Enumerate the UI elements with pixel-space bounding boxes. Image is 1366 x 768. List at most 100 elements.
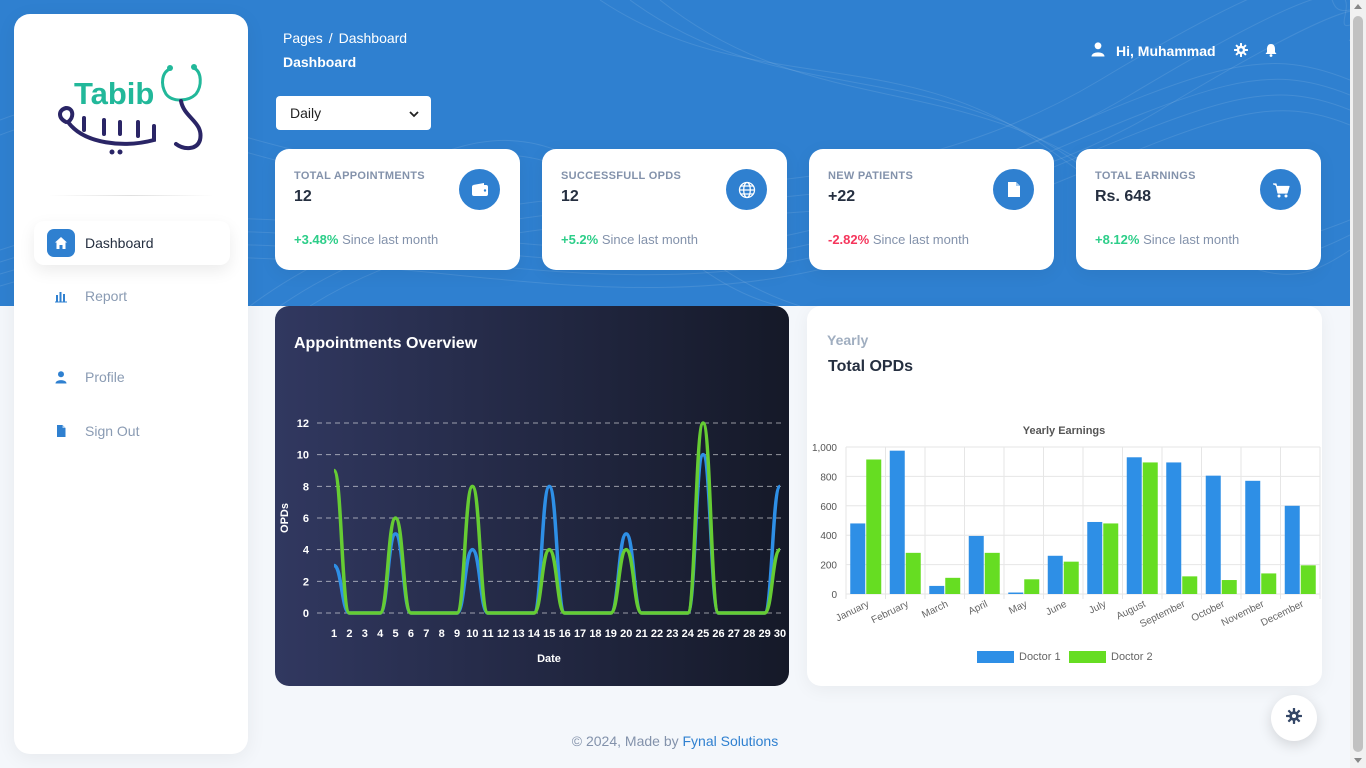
x-tick-label: 29 xyxy=(758,628,770,640)
yearly-earnings-bar-chart: Yearly Earnings 0 200 400 600 800 1,000 January… xyxy=(812,425,1321,663)
stat-value: Rs. 648 xyxy=(1095,188,1152,205)
y-tick-label: 8 xyxy=(303,481,309,493)
x-tick-label: 13 xyxy=(512,628,524,640)
bar-2 xyxy=(866,459,882,594)
scrollbar-thumb[interactable] xyxy=(1353,16,1363,752)
y-tick-label: 0 xyxy=(831,590,837,601)
y-tick-label: 1,000 xyxy=(812,443,837,454)
user-greeting: Hi, Muhammad xyxy=(1116,42,1216,59)
x-tick-label: 8 xyxy=(439,628,445,640)
bar-1 xyxy=(1284,505,1300,594)
chevron-down-icon xyxy=(409,105,419,121)
stat-footer: +8.12% Since last month xyxy=(1095,232,1239,247)
stat-change: +5.2% xyxy=(561,232,599,247)
y-tick-label: 4 xyxy=(303,545,310,557)
stat-label: NEW PATIENTS xyxy=(828,170,914,182)
bar-2 xyxy=(1024,579,1040,594)
user-icon xyxy=(47,363,75,391)
appointments-line-chart: 0246810121 2 3 4 5 6 7 8 9 10 11 12 13 14 15 16 17 18 19 20… xyxy=(279,418,786,665)
sidebar-item-report[interactable]: Report xyxy=(34,274,230,318)
y-tick-label: 10 xyxy=(297,450,309,462)
stat-note: Since last month xyxy=(601,232,698,247)
x-tick-label: 12 xyxy=(497,628,509,640)
stat-card-successful-opds: SUCCESSFULL OPDS 12 +5.2% Since last mon… xyxy=(542,149,787,270)
y-tick-label: 6 xyxy=(303,513,309,525)
x-tick-label: 11 xyxy=(482,628,494,640)
x-tick-label: 25 xyxy=(697,628,709,640)
sidebar: Tabib Dashboard Report Profile Sign Out xyxy=(14,14,248,754)
footer: © 2024, Made by Fynal Solutions xyxy=(0,733,1350,749)
x-tick-label: 3 xyxy=(362,628,368,640)
bar-1 xyxy=(1008,592,1024,594)
sidebar-item-label: Profile xyxy=(85,369,125,385)
stat-footer: +5.2% Since last month xyxy=(561,232,698,247)
breadcrumb-separator: / xyxy=(328,30,333,46)
y-tick-label: 800 xyxy=(820,472,837,483)
stat-change: -2.82% xyxy=(828,232,870,247)
x-tick-label: 27 xyxy=(728,628,740,640)
logo-text: Tabib xyxy=(74,76,154,111)
stat-label: TOTAL EARNINGS xyxy=(1095,170,1196,182)
x-tick-label: 22 xyxy=(651,628,663,640)
y-tick-label: 400 xyxy=(820,531,837,542)
legend-label: Doctor 2 xyxy=(1111,651,1153,663)
y-tick-label: 600 xyxy=(820,502,837,513)
x-tick-label: 9 xyxy=(454,628,460,640)
gear-icon[interactable] xyxy=(1234,43,1248,62)
stat-card-total-appointments: TOTAL APPOINTMENTS 12 +3.48% Since last … xyxy=(275,149,520,270)
bar-1 xyxy=(1126,457,1142,594)
bell-icon[interactable] xyxy=(1265,43,1277,62)
tabib-logo[interactable]: Tabib xyxy=(54,56,214,156)
x-tick-label: March xyxy=(920,599,950,621)
y-tick-label: 0 xyxy=(303,608,309,620)
chart-title: Yearly Earnings xyxy=(1023,425,1106,437)
sidebar-item-label: Dashboard xyxy=(85,235,154,251)
file-icon xyxy=(993,169,1034,210)
x-tick-label: 10 xyxy=(466,628,478,640)
bar-2 xyxy=(905,552,921,594)
x-tick-label: June xyxy=(1044,599,1069,619)
bar-1 xyxy=(850,523,866,594)
stat-change: +3.48% xyxy=(294,232,339,247)
x-tick-label: 20 xyxy=(620,628,632,640)
bar-1 xyxy=(968,535,984,594)
sidebar-item-label: Report xyxy=(85,288,128,304)
user-menu[interactable]: Hi, Muhammad xyxy=(1090,41,1216,60)
stat-footer: +3.48% Since last month xyxy=(294,232,438,247)
x-tick-label: 24 xyxy=(682,628,695,640)
sidebar-item-label: Sign Out xyxy=(85,423,140,439)
x-tick-label: November xyxy=(1220,599,1267,629)
appointments-overview-card: Appointments Overview 0 2 4 6 8 10 12 1 2 3 4 5 6 7 8 9… xyxy=(275,306,789,686)
bar-2 xyxy=(1063,561,1079,594)
y-tick-label: 200 xyxy=(820,561,837,572)
stat-note: Since last month xyxy=(1143,232,1240,247)
sidebar-item-sign-out[interactable]: Sign Out xyxy=(34,409,230,453)
scroll-down-arrow-icon[interactable] xyxy=(1354,758,1362,763)
x-tick-label: January xyxy=(834,599,871,624)
bar-2 xyxy=(1300,565,1316,594)
x-tick-label: 28 xyxy=(743,628,755,640)
bar-1 xyxy=(1087,521,1103,594)
x-tick-label: July xyxy=(1087,599,1108,617)
footer-link[interactable]: Fynal Solutions xyxy=(683,733,779,749)
stat-footer: -2.82% Since last month xyxy=(828,232,969,247)
stat-label: SUCCESSFULL OPDS xyxy=(561,170,682,182)
stat-card-new-patients: NEW PATIENTS +22 -2.82% Since last month xyxy=(809,149,1054,270)
x-tick-label: 23 xyxy=(666,628,678,640)
period-select[interactable]: Daily xyxy=(276,96,431,130)
y-tick-label: 12 xyxy=(297,418,309,430)
breadcrumb-pages[interactable]: Pages xyxy=(283,30,323,46)
sidebar-item-profile[interactable]: Profile xyxy=(34,355,230,399)
sidebar-item-dashboard[interactable]: Dashboard xyxy=(34,221,230,265)
stat-value: +22 xyxy=(828,188,856,205)
breadcrumb: Pages / Dashboard xyxy=(283,30,407,46)
x-tick-label: 15 xyxy=(543,628,555,640)
x-tick-label: 14 xyxy=(528,628,541,640)
scroll-up-arrow-icon[interactable] xyxy=(1354,4,1362,9)
stat-note: Since last month xyxy=(342,232,439,247)
total-opds-card: Yearly Total OPDs Yearly Earnings 0 200 400… xyxy=(807,306,1322,686)
x-tick-label: 6 xyxy=(408,628,414,640)
x-tick-label: September xyxy=(1138,599,1187,631)
x-tick-label: April xyxy=(967,599,990,618)
x-tick-label: December xyxy=(1259,599,1306,629)
